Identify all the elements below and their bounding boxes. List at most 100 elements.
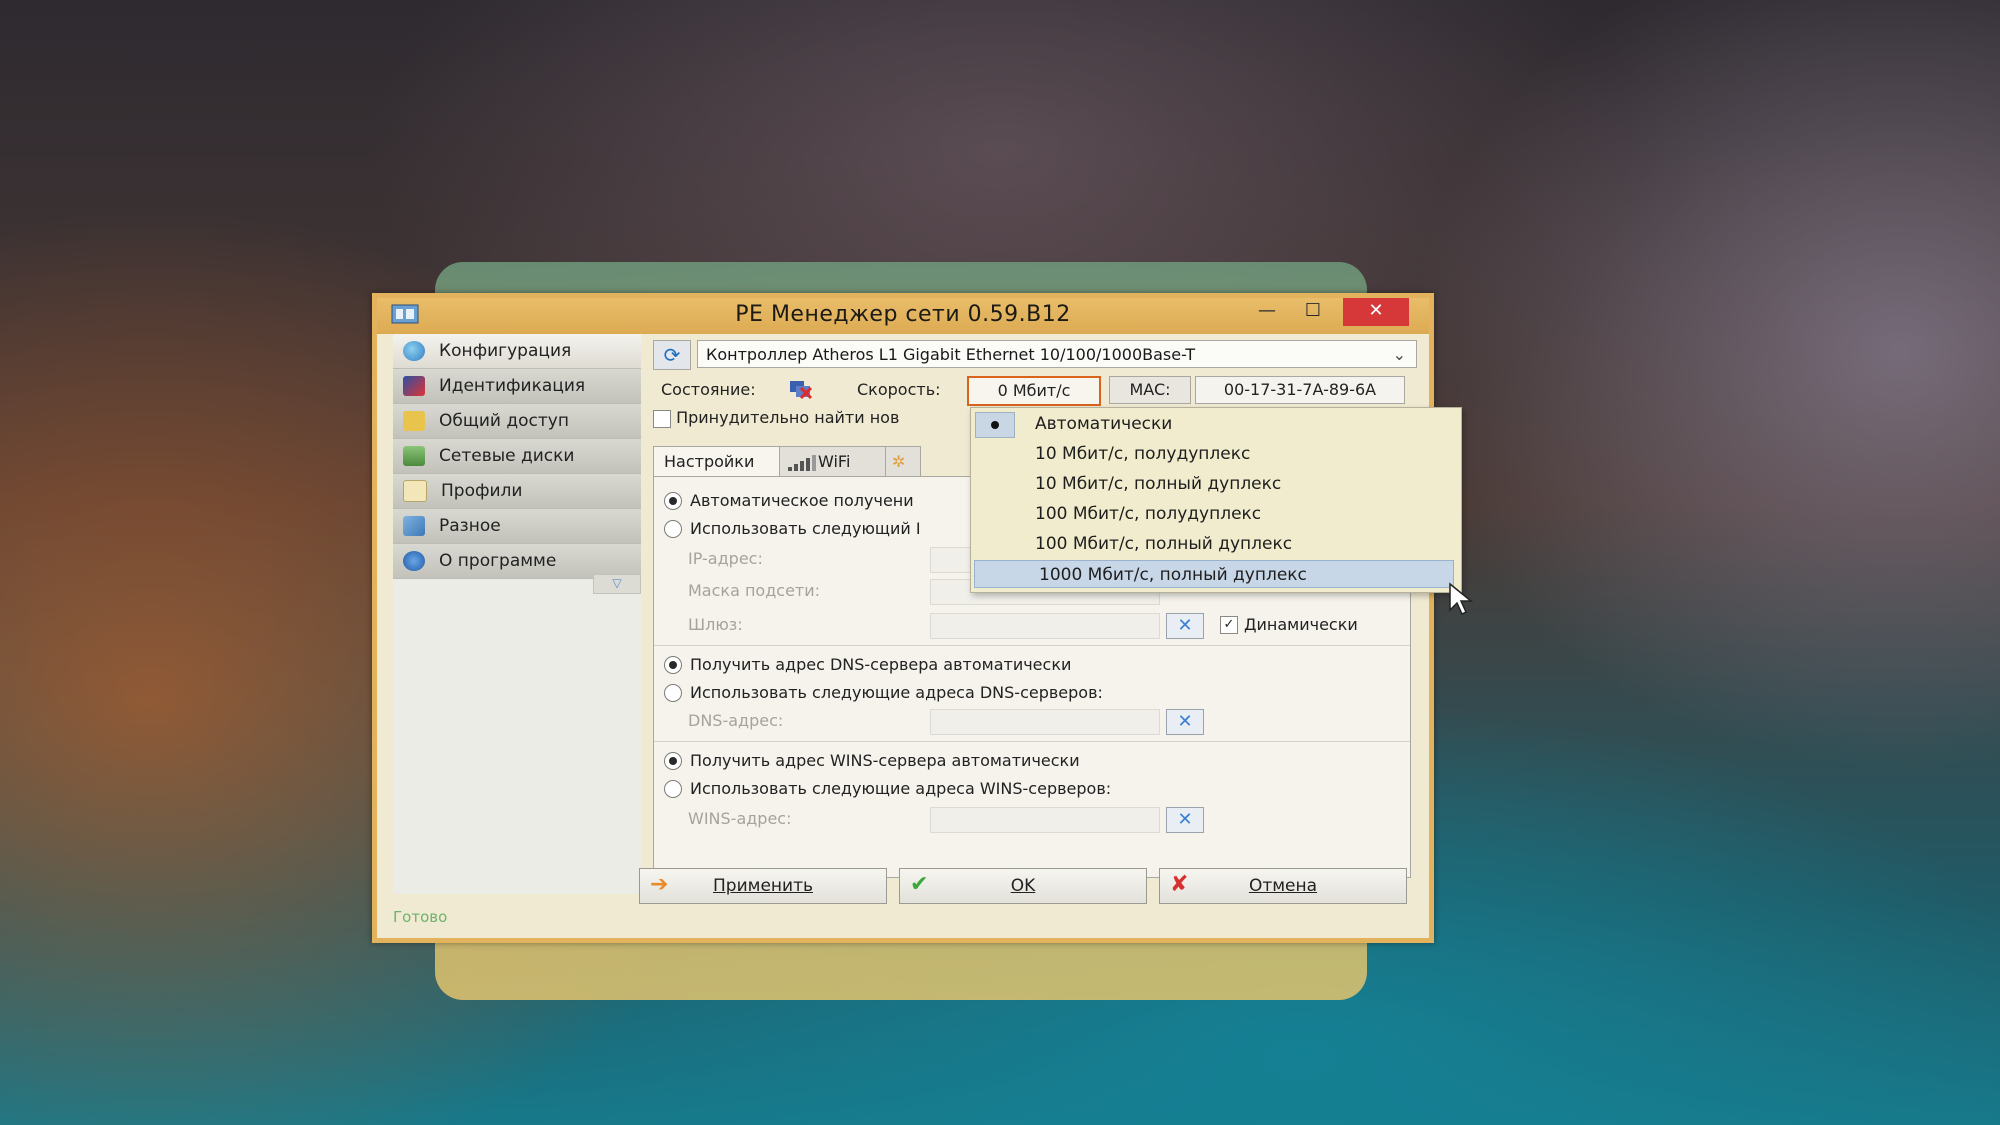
cancel-label: Отмена [1248, 876, 1318, 896]
dynamic-checkbox[interactable]: ✓ [1220, 615, 1238, 634]
minimize-button[interactable]: — [1245, 298, 1289, 326]
globe-icon [403, 341, 425, 361]
ip-auto-label: Автоматическое получени [690, 491, 914, 510]
ip-auto-radio[interactable] [664, 491, 682, 510]
sidebar-item-network-drives[interactable]: Сетевые диски [393, 439, 641, 474]
profile-icon [403, 480, 427, 502]
speed-option[interactable]: 10 Мбит/с, полудуплекс [971, 440, 1451, 468]
speed-option[interactable]: 100 Мбит/с, полудуплекс [971, 500, 1451, 528]
dns-address-label: DNS-адрес: [688, 711, 784, 730]
ip-address-label: IP-адрес: [688, 549, 763, 568]
sidebar-item-label: Сетевые диски [439, 446, 575, 466]
state-label: Состояние: [661, 380, 756, 399]
dns-auto-option[interactable]: Получить адрес DNS-сервера автоматически [664, 655, 1071, 674]
speed-option[interactable]: 1000 Мбит/с, полный дуплекс [974, 560, 1454, 588]
mac-address: 00-17-31-7A-89-6A [1195, 376, 1405, 404]
tab-ip-settings[interactable]: Настройки IP [653, 446, 783, 501]
speed-option-label: 100 Мбит/с, полудуплекс [1035, 504, 1262, 524]
speed-option-label: 10 Мбит/с, полудуплекс [1035, 444, 1251, 464]
speed-option-label: Автоматически [1035, 414, 1173, 434]
apply-button[interactable]: ➔ Применить [639, 868, 887, 904]
refresh-button[interactable]: ⟳ [653, 340, 691, 370]
sidebar-item-config[interactable]: Конфигурация [393, 334, 641, 369]
status-row: Состояние: Скорость: 0 Мбит/с MAC: 00-17… [653, 376, 1433, 406]
ip-manual-radio[interactable] [664, 519, 682, 538]
dynamic-option[interactable]: ✓ Динамически [1220, 615, 1358, 634]
ip-auto-option[interactable]: Автоматическое получени [664, 491, 914, 510]
sidebar-item-identification[interactable]: Идентификация [393, 369, 641, 404]
help-icon [403, 551, 425, 571]
ip-manual-option[interactable]: Использовать следующий I [664, 519, 921, 538]
folder-share-icon [403, 411, 425, 431]
speed-option-label: 100 Мбит/с, полный дуплекс [1035, 534, 1293, 554]
sidebar-item-label: Общий доступ [439, 411, 569, 431]
app-window: PE Менеджер сети 0.59.B12 — ☐ ✕ Конфигур… [372, 293, 1434, 943]
misc-icon [403, 516, 425, 536]
close-button[interactable]: ✕ [1343, 298, 1409, 326]
cancel-button[interactable]: ✘ Отмена [1159, 868, 1407, 904]
ok-button[interactable]: ✔ OK [899, 868, 1147, 904]
sidebar-item-sharing[interactable]: Общий доступ [393, 404, 641, 439]
dns-address-field[interactable] [930, 709, 1160, 735]
sidebar-item-label: О программе [439, 551, 557, 571]
wins-manual-option[interactable]: Использовать следующие адреса WINS-серве… [664, 779, 1111, 798]
mouse-cursor-icon [1449, 582, 1474, 616]
dns-auto-radio[interactable] [664, 655, 682, 674]
signal-icon [788, 455, 816, 471]
chevron-down-icon[interactable]: ▽ [593, 574, 641, 594]
close-icon: ✕ [1177, 711, 1193, 732]
ip-manual-label: Использовать следующий I [690, 519, 921, 538]
gateway-field[interactable] [930, 613, 1160, 639]
selected-dot-icon [975, 412, 1015, 438]
wins-auto-option[interactable]: Получить адрес WINS-сервера автоматическ… [664, 751, 1080, 770]
speed-option-label: 10 Мбит/с, полный дуплекс [1035, 474, 1282, 494]
refresh-icon: ⟳ [663, 343, 681, 367]
disconnected-icon [790, 381, 813, 400]
wins-manual-label: Использовать следующие адреса WINS-серве… [690, 779, 1112, 798]
speed-label: Скорость: [857, 380, 941, 399]
maximize-button[interactable]: ☐ [1291, 298, 1335, 326]
apply-label: Применить [713, 876, 813, 896]
speed-option[interactable]: Автоматически [971, 410, 1451, 438]
gateway-clear-button[interactable]: ✕ [1166, 613, 1204, 639]
wins-auto-label: Получить адрес WINS-сервера автоматическ… [690, 751, 1080, 770]
sidebar-item-label: Конфигурация [439, 341, 572, 361]
wins-clear-button[interactable]: ✕ [1166, 807, 1204, 833]
dns-manual-option[interactable]: Использовать следующие адреса DNS-сервер… [664, 683, 1103, 702]
force-search-label: Принудительно найти нов [676, 408, 900, 427]
sidebar-item-label: Идентификация [439, 376, 586, 396]
mac-label: MAC: [1109, 376, 1191, 404]
dns-manual-radio[interactable] [664, 683, 682, 702]
network-drive-icon [403, 446, 425, 466]
dns-clear-button[interactable]: ✕ [1166, 709, 1204, 735]
speed-option-label: 1000 Мбит/с, полный дуплекс [1039, 565, 1307, 585]
dns-manual-label: Использовать следующие адреса DNS-сервер… [690, 683, 1103, 702]
chevron-down-icon: ⌄ [1392, 345, 1406, 364]
adapter-name: Контроллер Atheros L1 Gigabit Ethernet 1… [706, 345, 1196, 364]
tab-wifi-label: WiFi [818, 452, 851, 471]
settings-icon: ✲ [892, 452, 906, 471]
speed-dropdown: Автоматически 10 Мбит/с, полудуплекс 10 … [970, 407, 1462, 593]
divider [654, 741, 1410, 742]
adapter-select[interactable]: Контроллер Atheros L1 Gigabit Ethernet 1… [697, 340, 1417, 368]
force-search-checkbox[interactable] [653, 409, 671, 428]
sidebar: Конфигурация Идентификация Общий доступ … [393, 334, 641, 894]
sidebar-item-label: Разное [439, 516, 501, 536]
speed-option[interactable]: 10 Мбит/с, полный дуплекс [971, 470, 1451, 498]
wins-manual-radio[interactable] [664, 779, 682, 798]
sidebar-item-profiles[interactable]: Профили [393, 474, 641, 509]
wins-auto-radio[interactable] [664, 751, 682, 770]
close-icon: ✕ [1177, 809, 1193, 830]
sidebar-item-misc[interactable]: Разное [393, 509, 641, 544]
speed-select[interactable]: 0 Мбит/с [967, 376, 1101, 406]
title-bar[interactable]: PE Менеджер сети 0.59.B12 — ☐ ✕ [377, 298, 1429, 334]
status-bar-text: Готово [393, 908, 448, 926]
divider [654, 645, 1410, 646]
id-card-icon [403, 376, 425, 396]
gateway-label: Шлюз: [688, 615, 743, 634]
tab-extra[interactable]: ✲ [885, 446, 921, 477]
speed-option[interactable]: 100 Мбит/с, полный дуплекс [971, 530, 1451, 558]
sidebar-item-label: Профили [441, 481, 523, 501]
dynamic-label: Динамически [1244, 615, 1358, 634]
wins-address-field[interactable] [930, 807, 1160, 833]
